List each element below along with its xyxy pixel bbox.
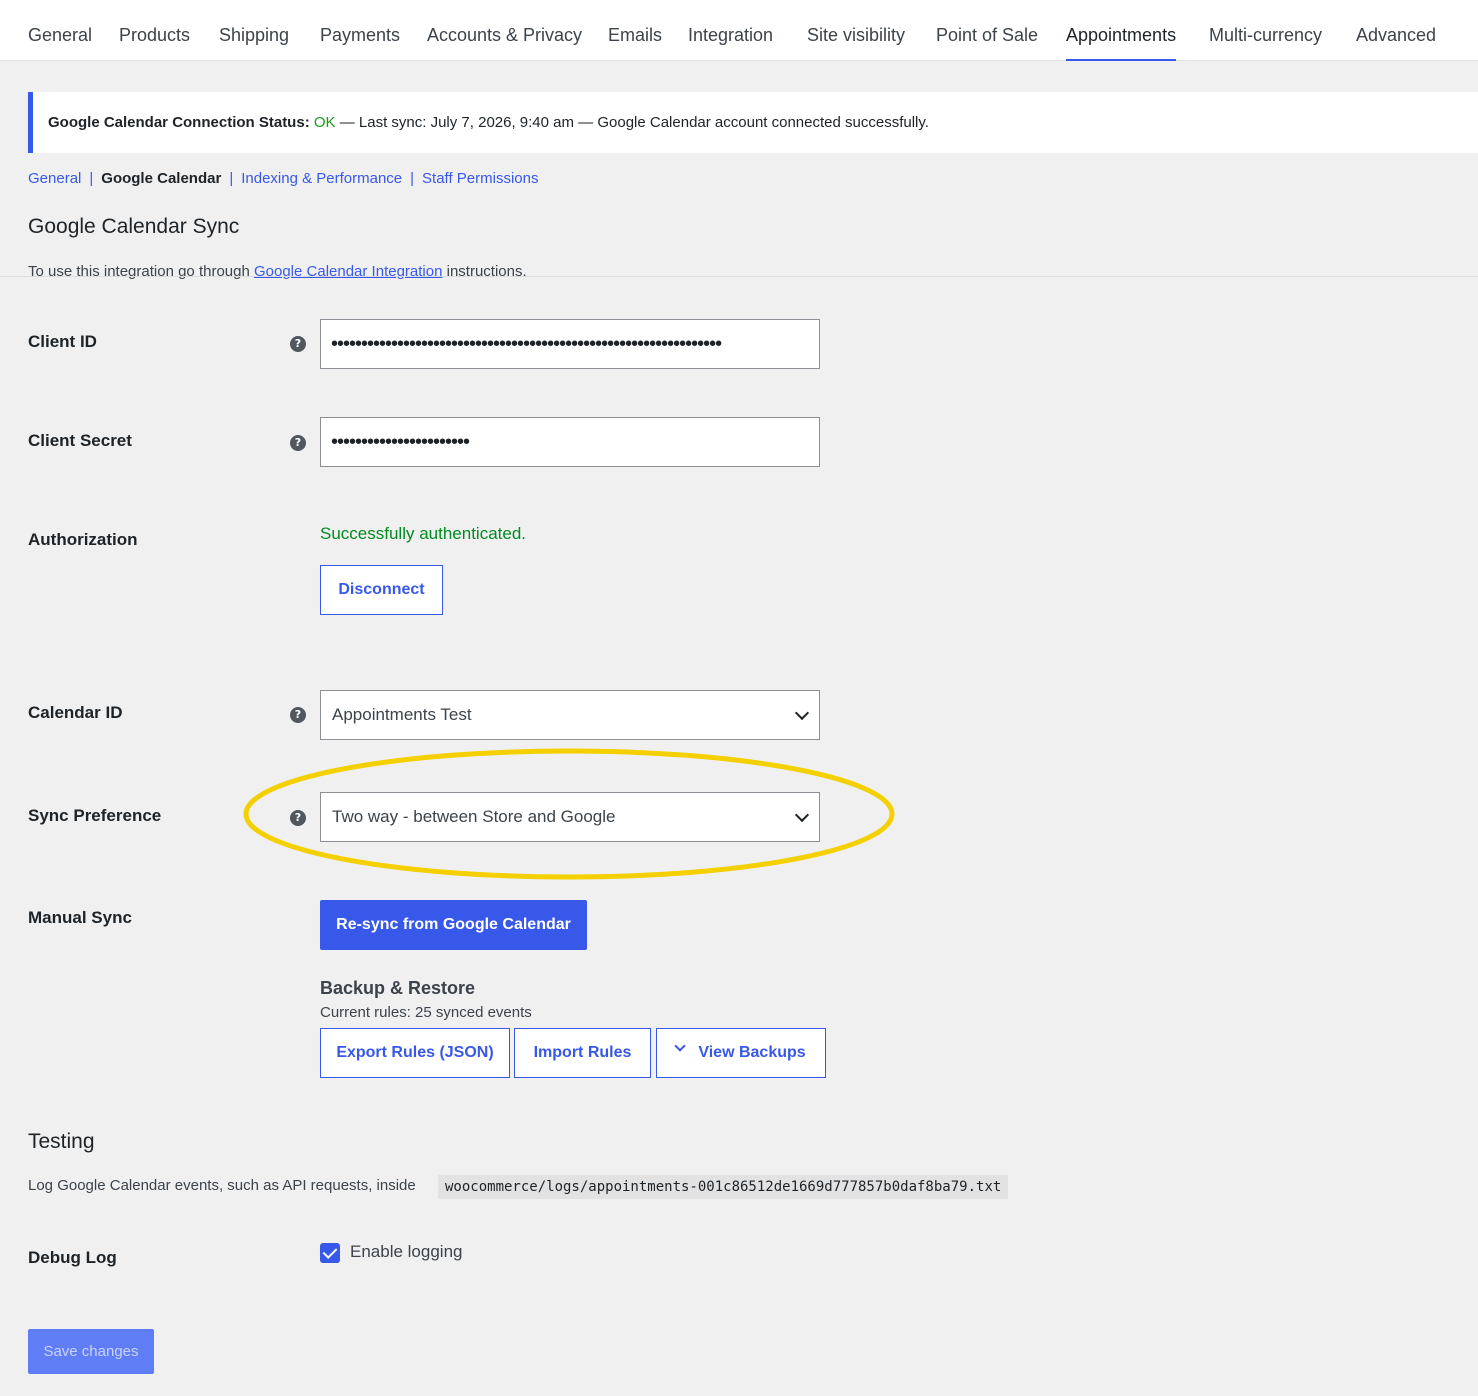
settings-tab-bar: General Products Shipping Payments Accou… <box>0 0 1478 61</box>
tab-payments[interactable]: Payments <box>320 22 400 48</box>
chevron-down-icon <box>674 1040 687 1052</box>
sync-preference-label: Sync Preference <box>28 806 162 825</box>
log-file-path: woocommerce/logs/appointments-001c86512d… <box>438 1175 1009 1199</box>
tab-products[interactable]: Products <box>119 22 190 48</box>
help-icon[interactable]: ? <box>290 707 306 723</box>
testing-title: Testing <box>28 1130 95 1153</box>
export-rules-button[interactable]: Export Rules (JSON) <box>320 1028 510 1078</box>
view-backups-label: View Backups <box>698 1044 806 1061</box>
section-description: To use this integration go through Googl… <box>28 263 527 280</box>
testing-description: Log Google Calendar events, such as API … <box>28 1177 416 1194</box>
tab-accounts-privacy[interactable]: Accounts & Privacy <box>427 22 582 48</box>
subnav-separator: | <box>229 170 234 187</box>
calendar-id-label: Calendar ID <box>28 703 123 722</box>
connection-status-notice: Google Calendar Connection Status: OK — … <box>28 92 1478 153</box>
desc-suffix: instructions. <box>442 263 527 280</box>
resync-button[interactable]: Re-sync from Google Calendar <box>320 900 587 950</box>
enable-logging-checkbox[interactable] <box>320 1243 340 1263</box>
client-id-label: Client ID <box>28 332 97 351</box>
subnav-separator: | <box>89 170 94 187</box>
tab-general[interactable]: General <box>28 22 92 48</box>
tab-advanced[interactable]: Advanced <box>1356 22 1436 48</box>
backup-restore-title: Backup & Restore <box>320 978 476 998</box>
debug-log-label: Debug Log <box>28 1248 117 1267</box>
save-changes-button[interactable]: Save changes <box>28 1329 154 1374</box>
divider <box>0 276 1478 277</box>
subnav-separator: | <box>410 170 415 187</box>
tab-site-visibility[interactable]: Site visibility <box>807 22 905 48</box>
chevron-down-icon <box>794 705 810 721</box>
backup-restore-desc: Current rules: 25 synced events <box>320 1004 532 1021</box>
subnav-staff-permissions[interactable]: Staff Permissions <box>422 170 538 187</box>
disconnect-button[interactable]: Disconnect <box>320 565 443 615</box>
tab-emails[interactable]: Emails <box>608 22 662 48</box>
view-backups-button[interactable]: View Backups <box>656 1028 826 1078</box>
help-icon[interactable]: ? <box>290 435 306 451</box>
client-secret-input[interactable]: ••••••••••••••••••••••• <box>320 417 820 467</box>
highlight-ellipse <box>243 748 895 880</box>
subnav-indexing-performance[interactable]: Indexing & Performance <box>241 170 402 187</box>
client-id-input[interactable]: ••••••••••••••••••••••••••••••••••••••••… <box>320 319 820 369</box>
tab-integration[interactable]: Integration <box>688 22 773 48</box>
tab-point-of-sale[interactable]: Point of Sale <box>936 22 1038 48</box>
manual-sync-label: Manual Sync <box>28 908 132 927</box>
subnav-general[interactable]: General <box>28 170 81 187</box>
client-secret-label: Client Secret <box>28 431 132 450</box>
desc-prefix: To use this integration go through <box>28 263 254 280</box>
sub-navigation: General | Google Calendar | Indexing & Perfo… <box>28 168 538 190</box>
notice-label: Google Calendar Connection Status: <box>48 114 310 131</box>
import-rules-button[interactable]: Import Rules <box>514 1028 651 1078</box>
auth-success-message: Successfully authenticated. <box>320 524 527 543</box>
section-title: Google Calendar Sync <box>28 215 240 238</box>
help-icon[interactable]: ? <box>290 336 306 352</box>
enable-logging-label[interactable]: Enable logging <box>350 1242 462 1262</box>
notice-message: — Last sync: July 7, 2026, 9:40 am — Goo… <box>335 114 929 131</box>
subnav-google-calendar: Google Calendar <box>101 170 222 187</box>
google-calendar-integration-link[interactable]: Google Calendar Integration <box>254 263 442 280</box>
calendar-id-select[interactable]: Appointments Test <box>320 690 820 740</box>
calendar-id-value: Appointments Test <box>332 705 472 724</box>
tab-shipping[interactable]: Shipping <box>219 22 289 48</box>
tab-multi-currency[interactable]: Multi-currency <box>1209 22 1322 48</box>
notice-status-ok: OK <box>313 114 336 131</box>
authorization-label: Authorization <box>28 530 138 549</box>
tab-appointments[interactable]: Appointments <box>1066 22 1177 61</box>
